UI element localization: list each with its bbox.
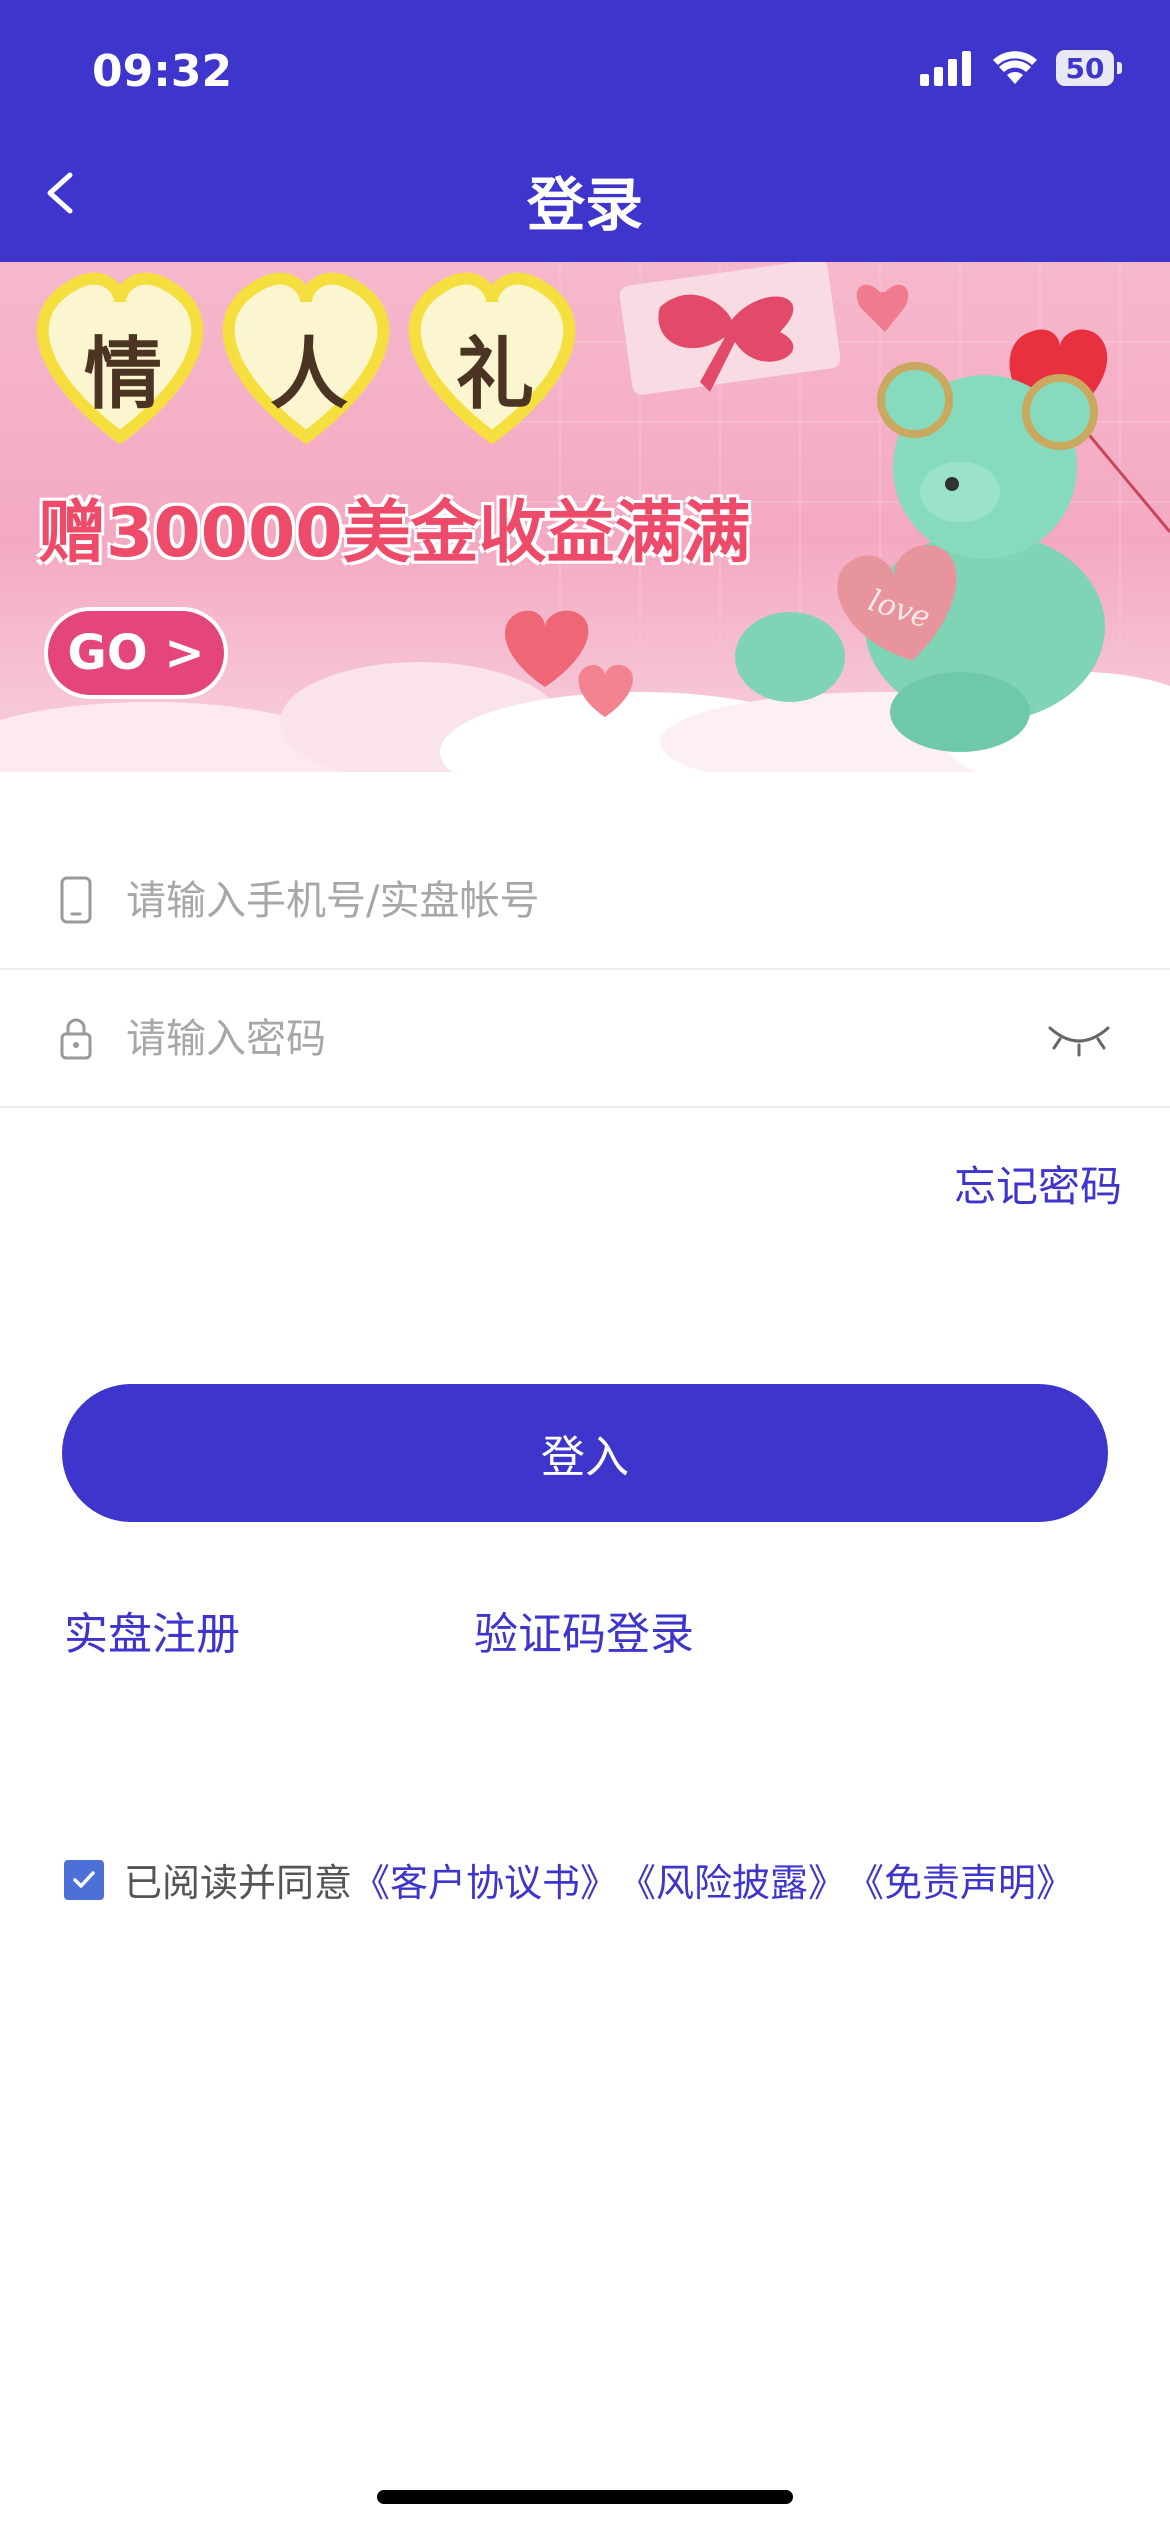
- code-login-link[interactable]: 验证码登录: [474, 1598, 694, 1662]
- checkmark-icon: [73, 1870, 95, 1888]
- agreement-row: 已阅读并同意 《客户协议书》 《风险披露》 《免责声明》: [64, 1852, 1074, 1907]
- password-input[interactable]: [124, 1000, 1008, 1078]
- login-button[interactable]: 登入: [62, 1384, 1108, 1522]
- home-indicator: [377, 2490, 793, 2504]
- banner-heart-char-1: 情: [83, 330, 162, 420]
- phone-field-row: [0, 832, 1170, 970]
- banner-promo-text: 赠30000美金收益满满: [38, 494, 751, 573]
- register-link[interactable]: 实盘注册: [64, 1598, 240, 1662]
- wifi-icon: [993, 51, 1037, 84]
- nav-header: 09:32 50 登录: [0, 0, 1170, 262]
- battery-level: 50: [1065, 51, 1105, 85]
- eye-closed-icon[interactable]: [1046, 1018, 1112, 1058]
- risk-disclosure-link[interactable]: 《风险披露》: [618, 1852, 846, 1907]
- password-field-row: [0, 970, 1170, 1108]
- phone-input[interactable]: [124, 862, 1008, 940]
- banner-heart-char-3: 礼: [455, 330, 534, 420]
- page-title: 登录: [526, 171, 643, 239]
- agreement-prefix: 已阅读并同意: [124, 1861, 353, 1905]
- banner-heart-char-2: 人: [269, 330, 348, 420]
- banner-go-button[interactable]: GO >: [44, 607, 228, 699]
- promo-banner[interactable]: 情 人 礼 赠30000美金收益满满 GO > love: [0, 262, 1170, 772]
- disclaimer-link[interactable]: 《免责声明》: [846, 1852, 1074, 1907]
- lock-icon: [60, 1018, 92, 1060]
- battery-icon: 50: [1056, 50, 1122, 86]
- forgot-password-link[interactable]: 忘记密码: [954, 1153, 1122, 1214]
- signal-icon: [920, 51, 971, 86]
- status-time: 09:32: [92, 46, 233, 97]
- status-icons: 50: [920, 50, 1122, 86]
- agreement-checkbox[interactable]: [64, 1859, 104, 1900]
- customer-agreement-link[interactable]: 《客户协议书》: [352, 1852, 618, 1907]
- phone-icon: [60, 876, 92, 924]
